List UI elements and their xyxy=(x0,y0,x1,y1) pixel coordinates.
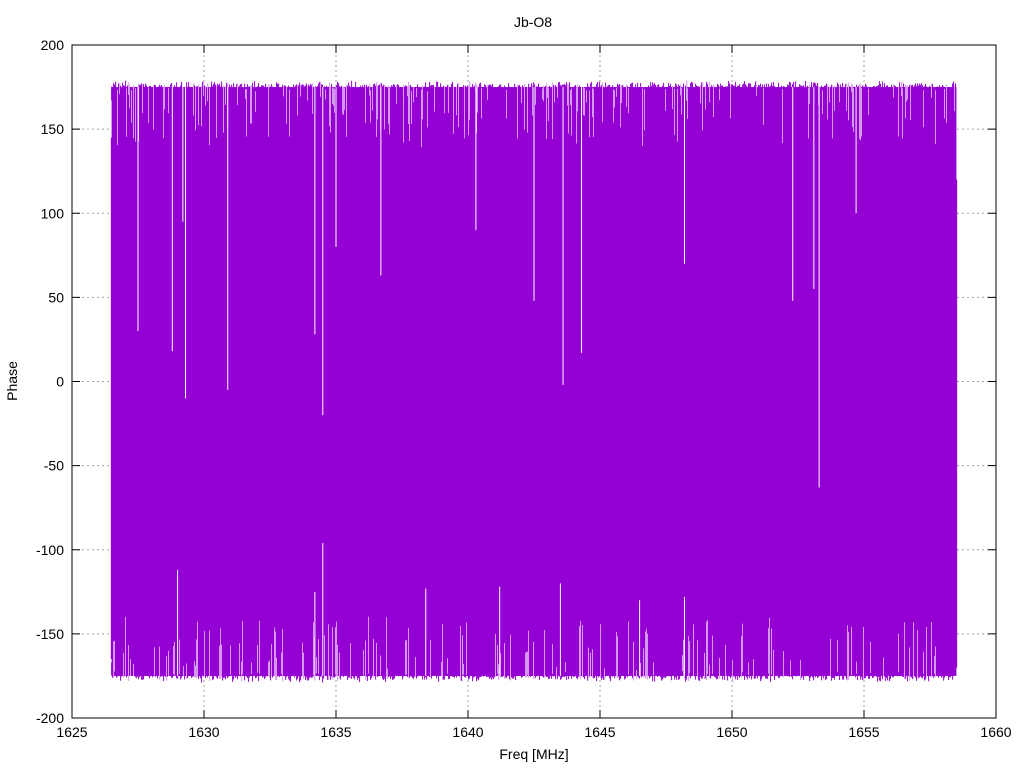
y-tick-label: -50 xyxy=(44,458,64,474)
y-tick-label: -200 xyxy=(36,710,64,726)
y-tick-label: 200 xyxy=(41,37,65,53)
x-axis-label: Freq [MHz] xyxy=(499,746,568,762)
y-tick-label: -100 xyxy=(36,542,64,558)
x-tick-label: 1625 xyxy=(56,724,87,740)
y-tick-label: -150 xyxy=(36,626,64,642)
y-tick-label: 0 xyxy=(56,374,64,390)
x-tick-label: 1660 xyxy=(980,724,1011,740)
data-series xyxy=(110,80,958,683)
x-tick-label: 1645 xyxy=(584,724,615,740)
y-tick-label: 100 xyxy=(41,205,65,221)
y-tick-label: 50 xyxy=(48,289,64,305)
y-axis-label: Phase xyxy=(4,361,20,401)
x-tick-label: 1655 xyxy=(848,724,879,740)
phase-chart: Jb-O8 1625 1630 1635 1640 1645 1650 1655 1660 -2… xyxy=(4,14,1012,762)
x-tick-label: 1630 xyxy=(188,724,219,740)
y-tick-label: 150 xyxy=(41,121,65,137)
x-tick-label: 1640 xyxy=(452,724,483,740)
x-tick-label: 1650 xyxy=(716,724,747,740)
x-tick-label: 1635 xyxy=(320,724,351,740)
chart-title: Jb-O8 xyxy=(514,14,552,30)
